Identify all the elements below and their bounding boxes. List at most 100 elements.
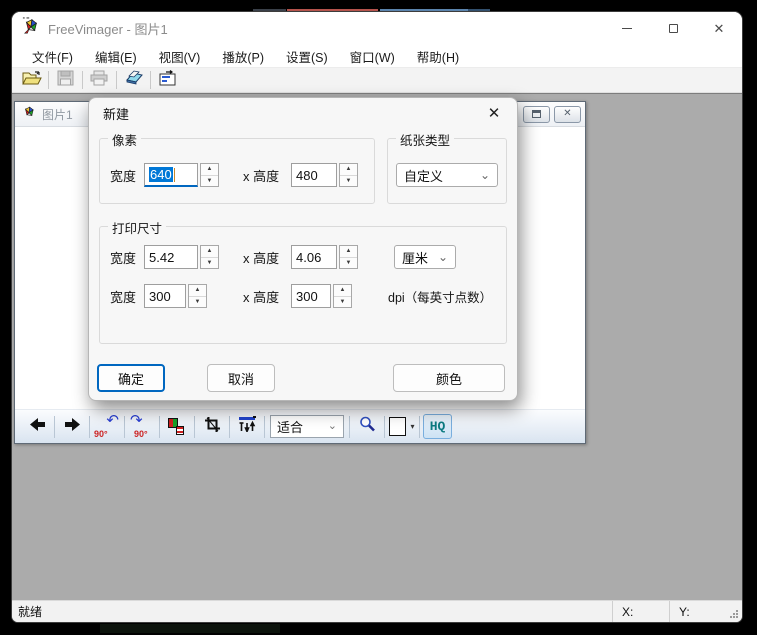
toolbar-separator: [419, 416, 420, 438]
dpi-width-input[interactable]: 300: [144, 284, 186, 308]
minimize-button[interactable]: [604, 12, 650, 45]
main-toolbar: [12, 67, 742, 93]
dpi-width-stepper[interactable]: ▲ ▼: [188, 284, 207, 308]
frame-style-button[interactable]: ▾: [388, 414, 416, 440]
spin-up-icon[interactable]: ▲: [201, 164, 218, 176]
pixel-width-input[interactable]: 640: [144, 163, 198, 187]
spin-up-icon[interactable]: ▲: [334, 285, 351, 297]
pixel-height-input[interactable]: 480: [291, 163, 337, 187]
levels-button[interactable]: [233, 414, 261, 440]
menu-window[interactable]: 窗口(W): [339, 47, 406, 66]
levels-icon: [238, 416, 257, 437]
previous-image-button[interactable]: [23, 414, 51, 440]
pixel-width-stepper[interactable]: ▲ ▼: [200, 163, 219, 187]
print-height-input[interactable]: 4.06: [291, 245, 337, 269]
print-width-value: 5.42: [149, 250, 174, 265]
dpi-width-label: 宽度: [110, 287, 144, 306]
save-button[interactable]: [52, 69, 79, 92]
print-width-label: 宽度: [110, 248, 144, 267]
print-size-groupbox: 打印尺寸 宽度 5.42 ▲ ▼: [99, 226, 507, 344]
spin-up-icon[interactable]: ▲: [340, 246, 357, 258]
dpi-height-stepper[interactable]: ▲ ▼: [333, 284, 352, 308]
rotate-right-button[interactable]: ↷ 90°: [128, 414, 156, 440]
dpi-height-input[interactable]: 300: [291, 284, 331, 308]
new-image-dialog: 新建 ✕ 像素 宽度 640 ▲: [88, 97, 518, 401]
maximize-button[interactable]: [650, 12, 696, 45]
zoom-button[interactable]: [353, 414, 381, 440]
unit-combobox[interactable]: 厘米 ⌄: [394, 245, 456, 269]
toolbar-separator: [54, 416, 55, 438]
spin-down-icon[interactable]: ▼: [189, 297, 206, 308]
print-button[interactable]: [86, 69, 113, 92]
spin-down-icon[interactable]: ▼: [201, 258, 218, 269]
resize-grip[interactable]: [726, 601, 742, 622]
print-width-input[interactable]: 5.42: [144, 245, 198, 269]
spin-up-icon[interactable]: ▲: [201, 246, 218, 258]
color-button[interactable]: 颜色: [393, 364, 505, 392]
toolbar-separator: [159, 416, 160, 438]
image-toolbar: ↶ 90° ↷ 90°: [15, 409, 585, 443]
spin-up-icon[interactable]: ▲: [189, 285, 206, 297]
toolbar-separator: [82, 71, 83, 89]
statusbar: 就绪 X: Y:: [12, 600, 742, 622]
cursor-y-pane: Y:: [669, 601, 726, 622]
color-adjust-button[interactable]: [163, 414, 191, 440]
open-folder-icon: [22, 70, 42, 91]
child-restore-button[interactable]: [523, 106, 550, 123]
crop-button[interactable]: [198, 414, 226, 440]
open-file-button[interactable]: [18, 69, 45, 92]
scanner-icon: [124, 70, 144, 91]
dialog-close-button[interactable]: ✕: [483, 104, 505, 122]
spin-down-icon[interactable]: ▼: [340, 258, 357, 269]
dpi-width-value: 300: [149, 289, 171, 304]
mdi-area: 图片1 ✕: [12, 93, 742, 600]
menu-settings[interactable]: 设置(S): [275, 47, 339, 66]
print-height-stepper[interactable]: ▲ ▼: [339, 245, 358, 269]
print-height-label: x 高度: [243, 248, 291, 267]
screen-capture-icon: [158, 70, 178, 91]
dpi-height-label: x 高度: [243, 287, 291, 306]
spin-down-icon[interactable]: ▼: [340, 176, 357, 187]
child-window-title: 图片1: [42, 106, 73, 123]
chevron-down-icon: ⌄: [438, 255, 448, 260]
app-logo-icon: [22, 17, 40, 40]
pixel-height-stepper[interactable]: ▲ ▼: [339, 163, 358, 187]
dialog-titlebar: 新建 ✕: [89, 98, 517, 128]
toolbar-separator: [264, 416, 265, 438]
toolbar-separator: [349, 416, 350, 438]
screen-capture-button[interactable]: [154, 69, 181, 92]
menu-help[interactable]: 帮助(H): [406, 47, 470, 66]
zoom-mode-combobox[interactable]: 适合 ⌄: [270, 415, 344, 438]
pixel-height-label: x 高度: [243, 166, 291, 185]
status-text: 就绪: [18, 603, 42, 620]
scan-button[interactable]: [120, 69, 147, 92]
close-button[interactable]: ✕: [696, 12, 742, 45]
ok-button[interactable]: 确定: [97, 364, 165, 392]
toolbar-separator: [89, 416, 90, 438]
paper-type-groupbox: 纸张类型 自定义 ⌄: [387, 138, 507, 204]
text-caret: [174, 168, 175, 182]
child-close-button[interactable]: ✕: [554, 106, 581, 123]
spin-up-icon[interactable]: ▲: [340, 164, 357, 176]
paper-type-label: 纸张类型: [396, 130, 454, 149]
next-image-button[interactable]: [58, 414, 86, 440]
menu-edit[interactable]: 编辑(E): [84, 47, 148, 66]
paper-type-combobox[interactable]: 自定义 ⌄: [396, 163, 498, 187]
cancel-button[interactable]: 取消: [207, 364, 275, 392]
pixel-width-label: 宽度: [110, 166, 144, 185]
pixels-group-label: 像素: [108, 130, 141, 149]
chevron-down-icon: ⌄: [480, 173, 490, 178]
chevron-down-icon: ⌄: [328, 424, 337, 428]
spin-down-icon[interactable]: ▼: [201, 176, 218, 187]
spin-down-icon[interactable]: ▼: [334, 297, 351, 308]
print-icon: [90, 70, 109, 91]
high-quality-toggle[interactable]: HQ: [423, 414, 452, 439]
window-title: FreeVimager - 图片1: [48, 19, 168, 38]
frame-icon: [389, 417, 406, 436]
rotate-left-button[interactable]: ↶ 90°: [93, 414, 121, 440]
print-width-stepper[interactable]: ▲ ▼: [200, 245, 219, 269]
menu-view[interactable]: 视图(V): [148, 47, 212, 66]
menu-play[interactable]: 播放(P): [211, 47, 275, 66]
image-logo-icon: [22, 105, 36, 124]
menu-file[interactable]: 文件(F): [21, 47, 84, 66]
